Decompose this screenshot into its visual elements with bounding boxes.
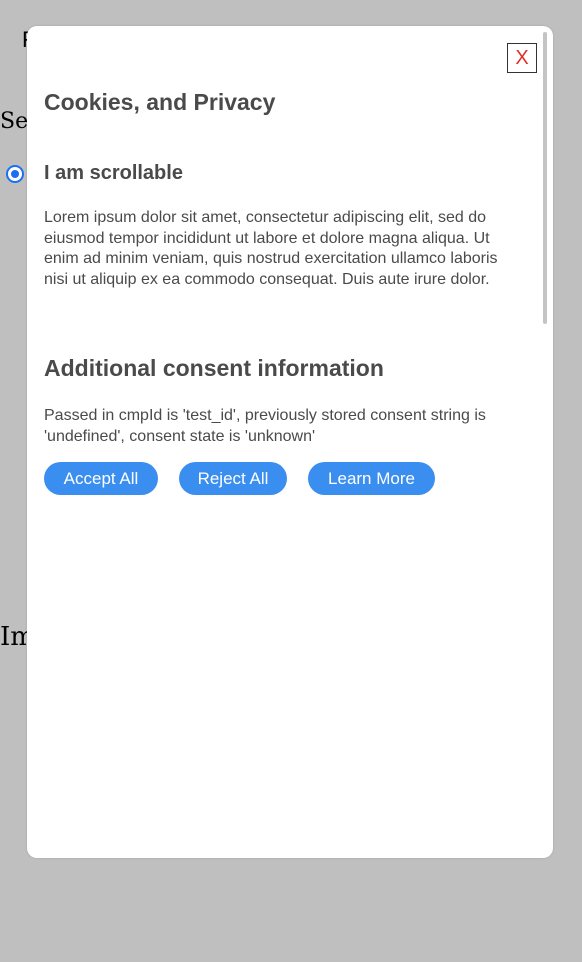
modal-title: Cookies, and Privacy bbox=[44, 89, 276, 115]
learn-more-button[interactable]: Learn More bbox=[308, 462, 435, 495]
body-paragraph: Lorem ipsum dolor sit amet, consectetur … bbox=[44, 209, 498, 288]
consent-heading: Additional consent information bbox=[44, 355, 384, 381]
consent-info-text: Passed in cmpId is 'test_id', previously… bbox=[44, 407, 486, 445]
reject-all-button[interactable]: Reject All bbox=[179, 462, 287, 495]
scrollbar-thumb[interactable] bbox=[543, 32, 547, 324]
background-radio-button[interactable] bbox=[6, 165, 24, 183]
section-heading: I am scrollable bbox=[44, 162, 183, 184]
modal-scrollbar[interactable] bbox=[543, 32, 549, 852]
accept-all-button[interactable]: Accept All bbox=[44, 462, 158, 495]
close-button[interactable]: X bbox=[507, 43, 537, 73]
consent-modal: X Cookies, and Privacy I am scrollable L… bbox=[27, 26, 553, 858]
